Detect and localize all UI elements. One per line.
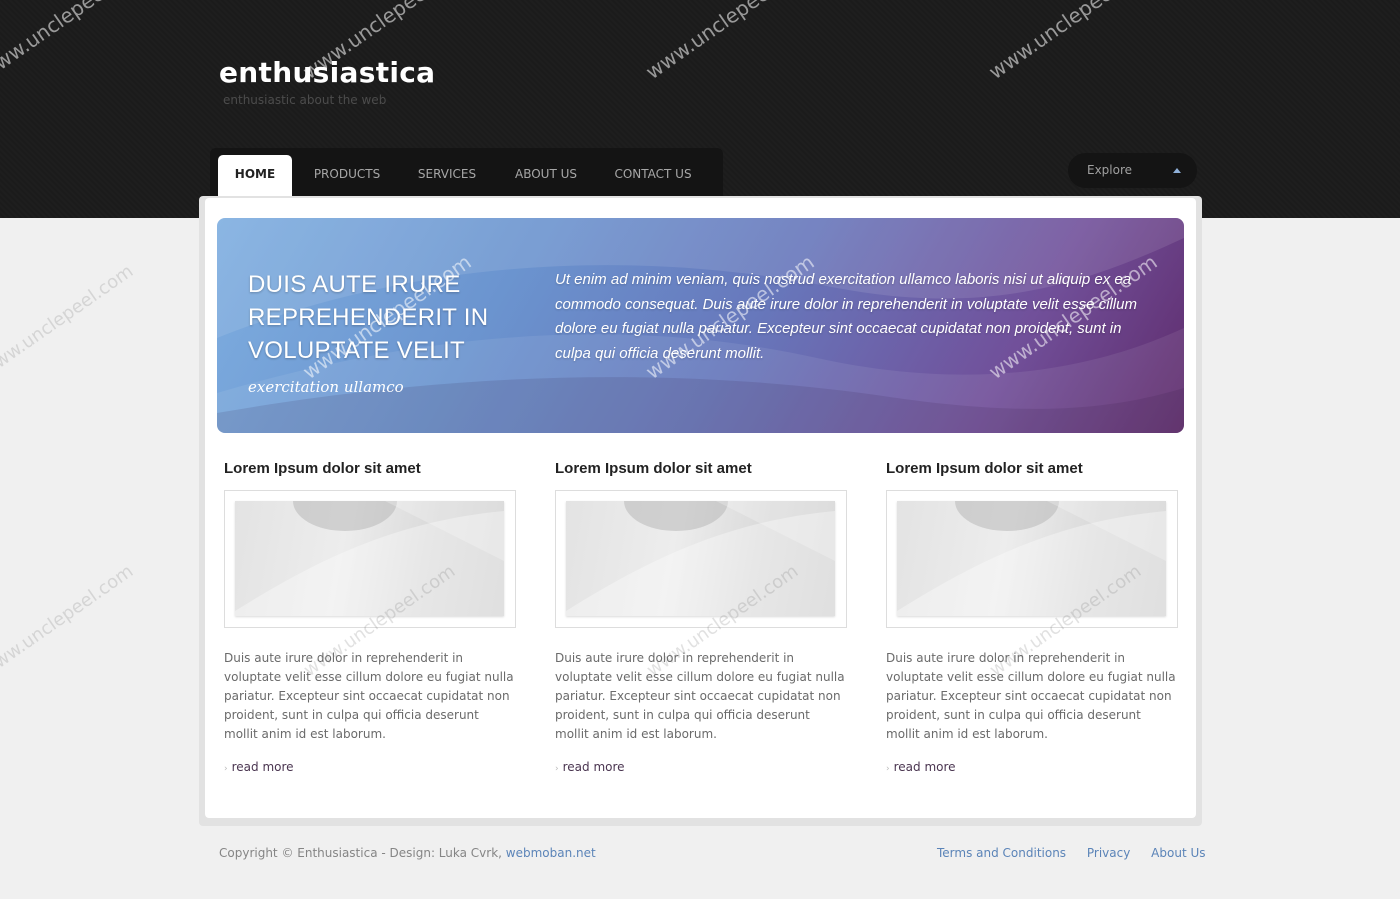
- brand: enthusiastica enthusiastic about the web: [219, 56, 435, 107]
- thumbnail-image: [235, 501, 504, 616]
- site-tagline: enthusiastic about the web: [223, 93, 387, 107]
- design-link[interactable]: webmoban.net: [506, 846, 596, 860]
- bullet-icon: ›: [886, 764, 890, 774]
- footer-links: Terms and Conditions Privacy About Us: [937, 846, 1206, 860]
- column-text: Duis aute irure dolor in reprehenderit i…: [555, 651, 845, 741]
- nav-item-products[interactable]: PRODUCTS: [305, 155, 389, 198]
- footer-copyright: Copyright © Enthusiastica - Design: Luka…: [219, 846, 596, 860]
- footer-link-about-us[interactable]: About Us: [1151, 846, 1205, 860]
- feature-column: Lorem Ipsum dolor sit amet Duis aute iru…: [555, 460, 847, 774]
- hero-text: Ut enim ad minim veniam, quis nostrud ex…: [555, 271, 1137, 362]
- copyright-text: Copyright © Enthusiastica - Design: Luka…: [219, 846, 502, 860]
- feature-column: Lorem Ipsum dolor sit amet Duis aute iru…: [886, 460, 1178, 774]
- explore-label: Explore: [1087, 163, 1133, 177]
- column-text: Duis aute irure dolor in reprehenderit i…: [886, 651, 1176, 741]
- thumbnail-frame: [224, 490, 516, 628]
- watermark: www.unclepeel.com: [0, 560, 138, 681]
- column-title: Lorem Ipsum dolor sit amet: [555, 460, 752, 477]
- read-more-label: read more: [562, 760, 625, 774]
- explore-dropdown[interactable]: Explore: [1068, 153, 1197, 188]
- site-title[interactable]: enthusiastica: [219, 56, 435, 89]
- feature-column: Lorem Ipsum dolor sit amet Duis aute iru…: [224, 460, 516, 774]
- caret-up-icon: [1173, 168, 1181, 173]
- hero-subheading: exercitation ullamco: [248, 378, 404, 396]
- thumbnail-image: [897, 501, 1166, 616]
- read-more-label: read more: [231, 760, 294, 774]
- bullet-icon: ›: [224, 764, 228, 774]
- thumbnail-frame: [555, 490, 847, 628]
- watermark: www.unclepeel.com: [0, 260, 138, 381]
- bullet-icon: ›: [555, 764, 559, 774]
- column-text: Duis aute irure dolor in reprehenderit i…: [224, 651, 514, 741]
- footer-link-terms[interactable]: Terms and Conditions: [937, 846, 1066, 860]
- read-more-link[interactable]: › read more: [886, 760, 1178, 774]
- thumbnail-frame: [886, 490, 1178, 628]
- footer-link-privacy[interactable]: Privacy: [1087, 846, 1130, 860]
- nav-item-contact-us[interactable]: CONTACT US: [606, 155, 700, 198]
- hero-banner: DUIS AUTE IRURE REPREHENDERIT IN VOLUPTA…: [217, 218, 1184, 433]
- thumbnail-image: [566, 501, 835, 616]
- column-title: Lorem Ipsum dolor sit amet: [886, 460, 1083, 477]
- nav-item-home[interactable]: HOME: [218, 155, 292, 197]
- hero-heading: DUIS AUTE IRURE REPREHENDERIT IN VOLUPTA…: [248, 271, 489, 364]
- nav-item-services[interactable]: SERVICES: [409, 155, 485, 198]
- read-more-link[interactable]: › read more: [224, 760, 516, 774]
- nav-item-about-us[interactable]: ABOUT US: [506, 155, 586, 198]
- read-more-link[interactable]: › read more: [555, 760, 847, 774]
- read-more-label: read more: [893, 760, 956, 774]
- column-title: Lorem Ipsum dolor sit amet: [224, 460, 421, 477]
